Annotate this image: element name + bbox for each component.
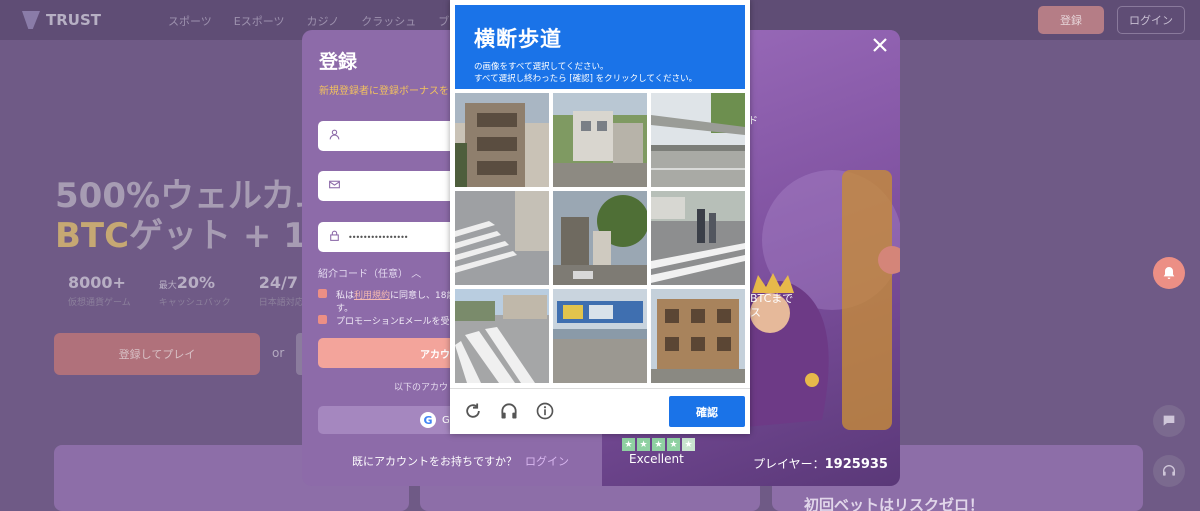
terms-checkbox[interactable]: 私は利用規約に同意し、18歳 す。 — [318, 288, 455, 314]
user-icon — [327, 128, 341, 144]
close-icon[interactable] — [870, 35, 890, 61]
chevron-up-icon: ︿ — [411, 269, 422, 280]
nav-links: スポーツ Eスポーツ カジノ クラッシュ ブリ — [168, 13, 460, 29]
promo-card-title: 初回ベットはリスクゼロ！ — [804, 496, 985, 511]
create-account-button[interactable]: アカウン — [318, 338, 468, 368]
captcha-tile[interactable] — [455, 191, 549, 285]
captcha-tile[interactable] — [651, 191, 745, 285]
google-signin-button[interactable]: G Goo — [318, 406, 468, 434]
chat-icon[interactable] — [1153, 405, 1185, 437]
brand-logo[interactable]: TRUST — [22, 11, 101, 29]
stat-support: 24/7 日本語対応 — [258, 273, 304, 308]
stat-games: 8000+ 仮想通貨ゲーム — [68, 273, 131, 308]
hero-stats: 8000+ 仮想通貨ゲーム 最大20% キャッシュバック 24/7 日本語対応 — [68, 273, 304, 308]
hero-or-label: or — [272, 346, 285, 360]
player-count: プレイヤー：1925935 — [753, 457, 888, 472]
brand-name: TRUST — [46, 11, 101, 29]
hero-btc: BTC — [55, 216, 130, 256]
email-field[interactable] — [318, 171, 468, 201]
captcha-tile[interactable] — [553, 93, 647, 187]
referral-code-toggle[interactable]: 紹介コード（任意） ︿ — [318, 265, 421, 280]
registration-bonus-text: 新規登録者に登録ボーナスを — [319, 86, 449, 97]
captcha-target: 横断歩道 — [474, 27, 562, 51]
captcha-tile[interactable] — [455, 93, 549, 187]
have-account-line: 既にアカウントをお持ちですか？ ログイン — [352, 455, 569, 468]
login-link[interactable]: ログイン — [525, 455, 569, 468]
captcha-challenge: 横断歩道 の画像をすべて選択してください。 すべて選択し終わったら [確認] を… — [450, 0, 750, 434]
username-field[interactable] — [318, 121, 468, 151]
trustpilot-stars: ★ ★ ★ ★ ★ — [622, 438, 695, 451]
nav-link-crash[interactable]: クラッシュ — [361, 13, 416, 29]
checkbox-checked[interactable] — [318, 289, 327, 298]
captcha-tile[interactable] — [651, 289, 745, 383]
captcha-tile[interactable] — [455, 289, 549, 383]
rating-label: Excellent — [629, 452, 684, 466]
captcha-tile[interactable] — [651, 93, 745, 187]
captcha-tile[interactable] — [553, 289, 647, 383]
headphones-icon[interactable] — [498, 400, 520, 422]
checkbox-checked[interactable] — [318, 315, 327, 324]
promo-email-checkbox[interactable]: プロモーションEメールを受け — [318, 314, 459, 327]
nav-link-casino[interactable]: カジノ — [307, 13, 340, 29]
reload-icon[interactable] — [462, 400, 484, 422]
captcha-divider — [450, 388, 750, 389]
support-icon[interactable] — [1153, 455, 1185, 487]
google-icon: G — [420, 412, 436, 428]
password-field[interactable]: •••••••••••••••• — [318, 222, 468, 252]
hero-subheadline-rest: ゲット + 10 — [129, 216, 331, 256]
verify-button[interactable]: 確認 — [669, 396, 745, 427]
hero-subheadline: BTCゲット + 10 — [55, 208, 331, 257]
header-register-button[interactable]: 登録 — [1038, 6, 1104, 34]
mail-icon — [327, 178, 341, 194]
promo-side-text: BTCまでス — [750, 292, 794, 319]
captcha-tile[interactable] — [553, 191, 647, 285]
hero-register-button[interactable]: 登録してプレイ — [54, 333, 260, 375]
registration-title: 登録 — [319, 51, 358, 73]
header-login-button[interactable]: ログイン — [1117, 6, 1185, 34]
password-value: •••••••••••••••• — [348, 232, 408, 242]
alt-accounts-label: 以下のアカウ — [394, 383, 449, 393]
stat-cashback: 最大20% キャッシュバック — [158, 273, 231, 308]
captcha-image-grid — [455, 93, 745, 383]
bell-icon[interactable] — [1153, 257, 1185, 289]
brand-logo-icon — [22, 11, 40, 29]
captcha-header: 横断歩道 の画像をすべて選択してください。 すべて選択し終わったら [確認] を… — [455, 5, 745, 89]
nav-link-esports[interactable]: Eスポーツ — [234, 13, 285, 29]
captcha-instructions: の画像をすべて選択してください。 すべて選択し終わったら [確認] をクリックし… — [474, 62, 698, 84]
lock-icon — [327, 229, 341, 245]
nav-link-sports[interactable]: スポーツ — [168, 13, 212, 29]
info-icon[interactable] — [534, 400, 556, 422]
terms-link[interactable]: 利用規約 — [354, 291, 390, 301]
